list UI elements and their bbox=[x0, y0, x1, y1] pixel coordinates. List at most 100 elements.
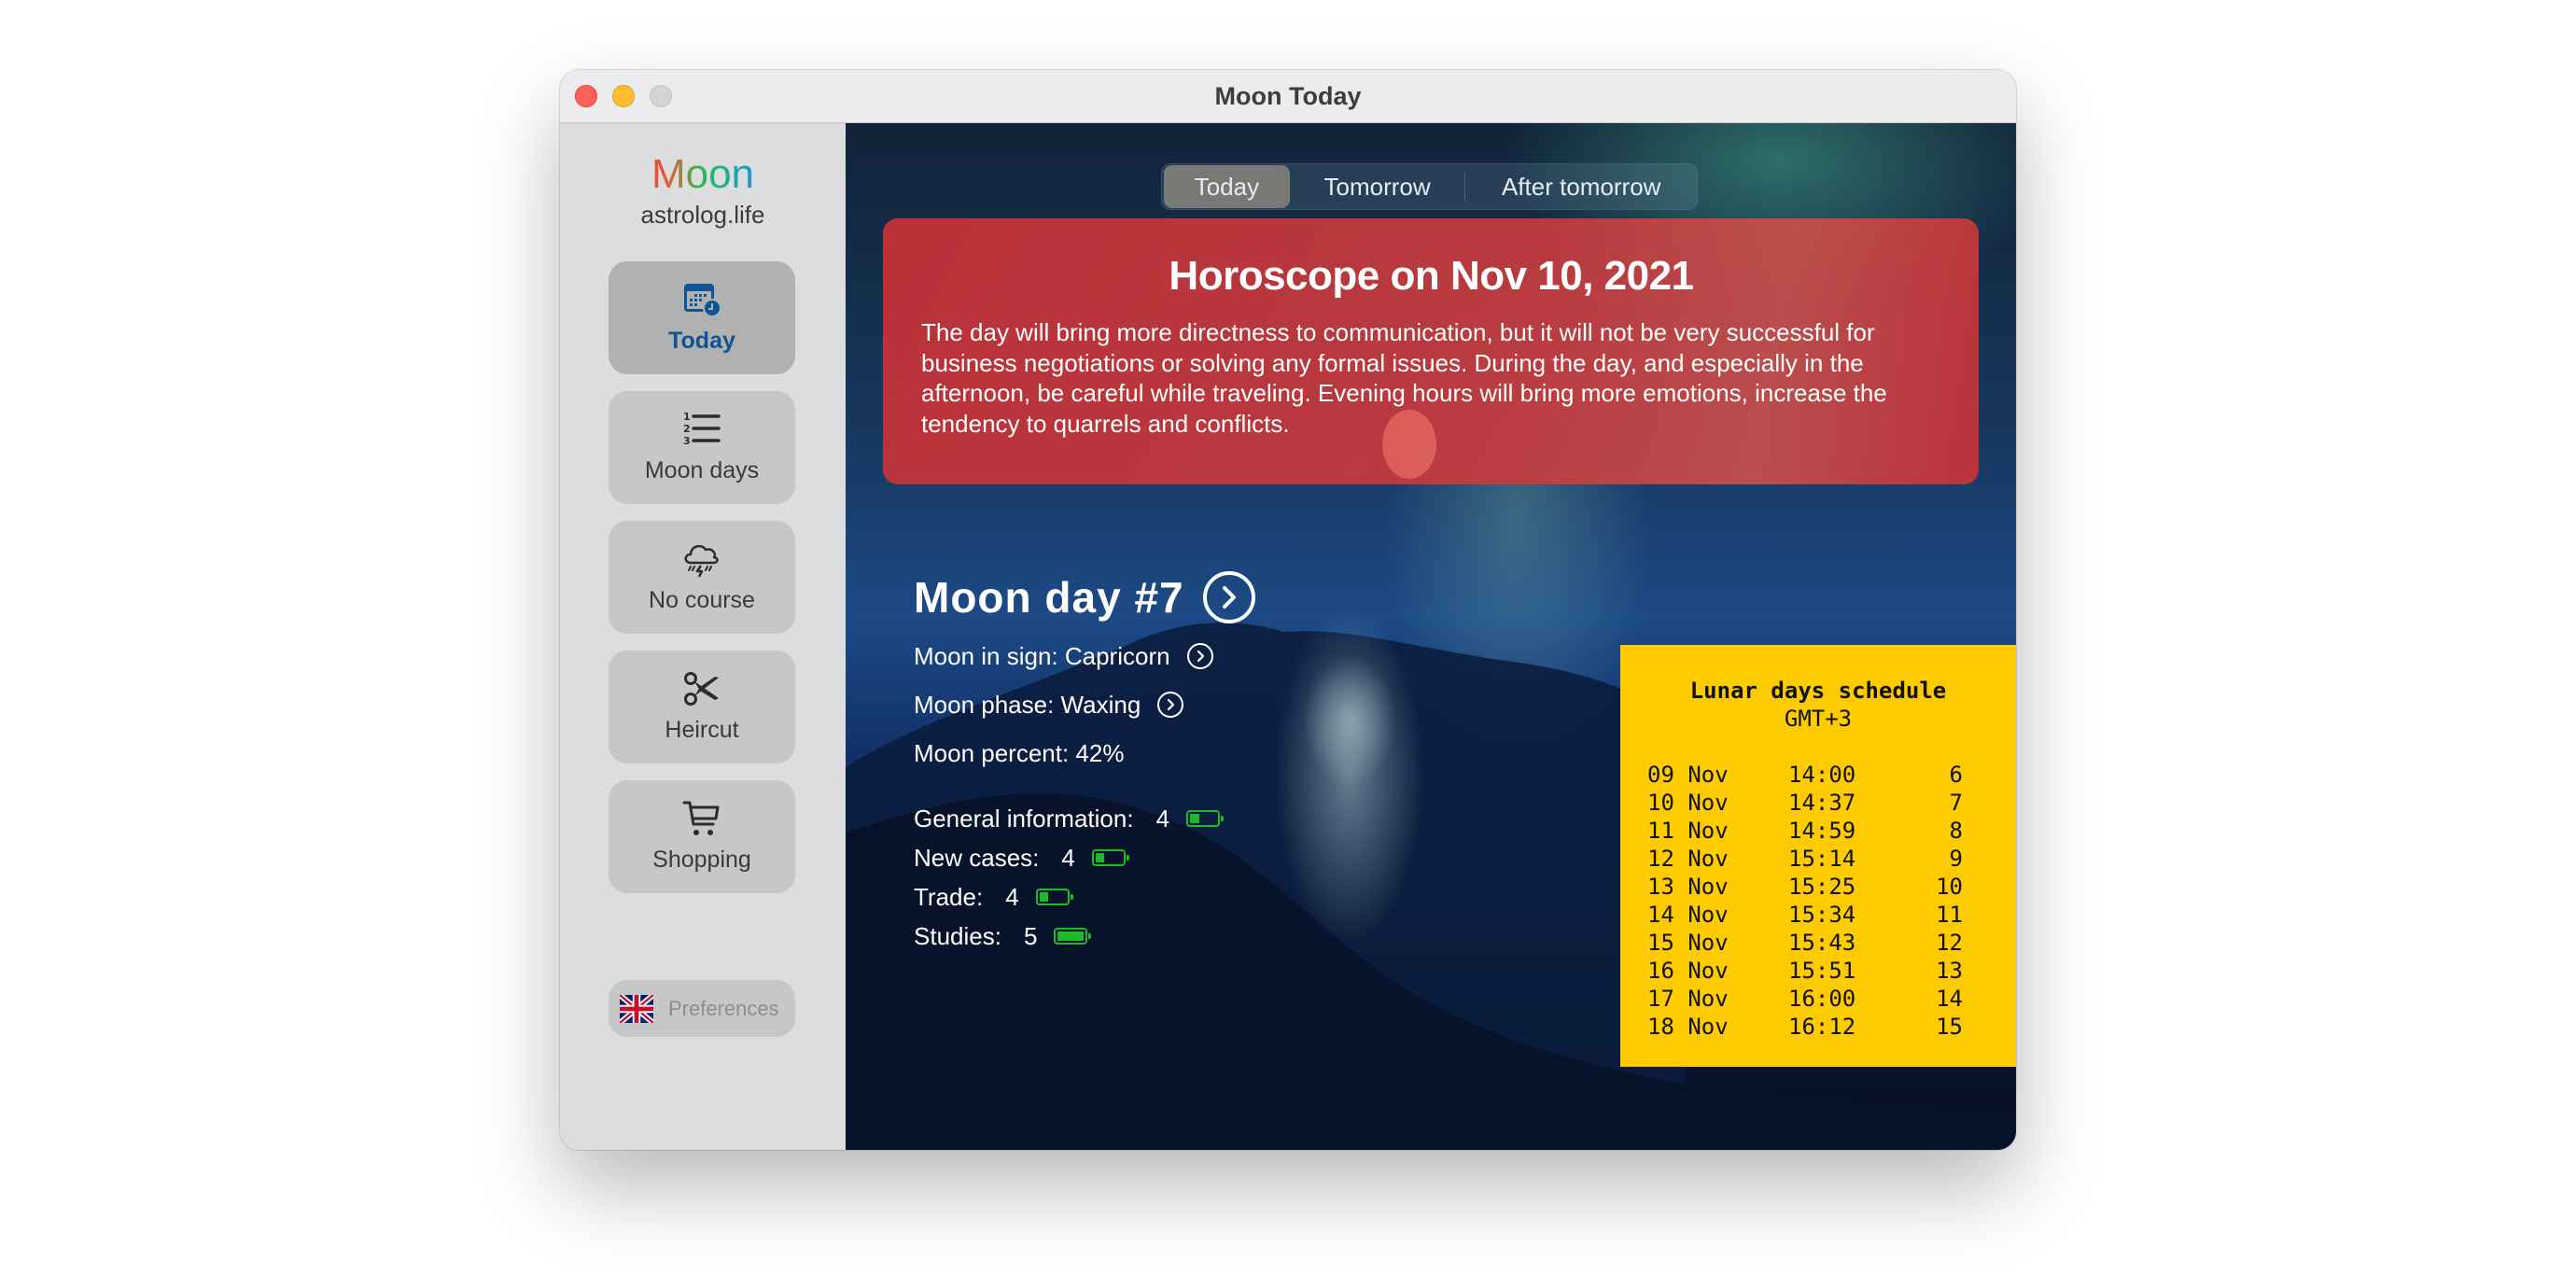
rating-value: 5 bbox=[1023, 921, 1038, 950]
schedule-day-number: 9 bbox=[1949, 846, 1963, 872]
numbered-list-icon: 123 bbox=[681, 411, 722, 448]
uk-flag-icon bbox=[618, 992, 655, 1025]
horoscope-text: The day will bring more directness to co… bbox=[921, 318, 1887, 438]
schedule-row: 13 Nov 15:25 10 bbox=[1620, 873, 2016, 901]
schedule-time: 15:34 bbox=[1788, 902, 1856, 928]
moon-phase: Moon phase: Waxing bbox=[914, 690, 1141, 719]
app-window: Moon Today Moon astrolog.life Today 1 2 … bbox=[560, 70, 2016, 1150]
schedule-time: 14:37 bbox=[1788, 790, 1856, 816]
schedule-date: 16 Nov bbox=[1647, 958, 1729, 984]
rating-label: Trade: bbox=[914, 882, 984, 911]
day-tabs: Today Tomorrow After tomorrow bbox=[1161, 163, 1698, 210]
schedule-time: 14:00 bbox=[1788, 762, 1856, 788]
main-content: Today Tomorrow After tomorrow Horoscope … bbox=[846, 123, 2016, 1150]
schedule-row: 17 Nov 16:00 14 bbox=[1620, 985, 2016, 1013]
sidebar-item-label: Shopping bbox=[652, 847, 751, 873]
tab-today[interactable]: Today bbox=[1164, 165, 1290, 208]
schedule-row: 16 Nov 15:51 13 bbox=[1620, 957, 2016, 985]
rating-label: General information: bbox=[914, 804, 1134, 833]
svg-text:3: 3 bbox=[683, 435, 691, 447]
schedule-day-number: 12 bbox=[1936, 930, 1963, 956]
sidebar-item-today[interactable]: Today bbox=[609, 261, 795, 374]
schedule-row: 12 Nov 15:14 9 bbox=[1620, 845, 2016, 873]
moon-percent-row: Moon percent: 42% bbox=[914, 729, 1255, 777]
schedule-row: 18 Nov 16:12 15 bbox=[1620, 1013, 2016, 1041]
battery-fill bbox=[1057, 931, 1085, 941]
sidebar-item-label: Heircut bbox=[665, 717, 739, 743]
schedule-day-number: 15 bbox=[1936, 1014, 1963, 1040]
sidebar-item-shopping[interactable]: Shopping bbox=[609, 780, 795, 893]
rating-value: 4 bbox=[1061, 843, 1075, 872]
schedule-date: 12 Nov bbox=[1647, 846, 1729, 872]
schedule-time: 15:14 bbox=[1788, 846, 1856, 872]
schedule-time: 15:25 bbox=[1788, 874, 1856, 900]
schedule-date: 13 Nov bbox=[1647, 874, 1729, 900]
rating-label: Studies: bbox=[914, 921, 1001, 950]
schedule-day-number: 10 bbox=[1936, 874, 1963, 900]
schedule-day-number: 6 bbox=[1949, 762, 1963, 788]
svg-text:2: 2 bbox=[683, 423, 691, 435]
rating-value: 4 bbox=[1155, 804, 1170, 833]
svg-text:1: 1 bbox=[683, 411, 691, 423]
schedule-day-number: 13 bbox=[1936, 958, 1963, 984]
brand: Moon astrolog.life bbox=[560, 151, 846, 230]
schedule-date: 09 Nov bbox=[1647, 762, 1729, 788]
schedule-row: 11 Nov 14:59 8 bbox=[1620, 817, 2016, 845]
sidebar-item-label: No course bbox=[649, 587, 755, 613]
schedule-date: 14 Nov bbox=[1647, 902, 1729, 928]
schedule-day-number: 14 bbox=[1936, 986, 1963, 1012]
schedule-time: 14:59 bbox=[1788, 818, 1856, 844]
calendar-clock-icon bbox=[681, 281, 722, 318]
schedule-date: 10 Nov bbox=[1647, 790, 1729, 816]
preferences-button[interactable]: Preferences bbox=[609, 980, 795, 1037]
battery-icon bbox=[1186, 810, 1225, 827]
rating-row: Studies: 5 bbox=[914, 917, 1220, 956]
rating-label: New cases: bbox=[914, 843, 1040, 872]
sidebar-item-no-course[interactable]: No course bbox=[609, 521, 795, 634]
sidebar-item-heircut[interactable]: Heircut bbox=[609, 651, 795, 763]
battery-icon bbox=[1091, 849, 1129, 866]
moon-phase-row: Moon phase: Waxing bbox=[914, 680, 1255, 729]
schedule-row: 10 Nov 14:37 7 bbox=[1620, 789, 2016, 817]
schedule-time: 15:51 bbox=[1788, 958, 1856, 984]
sidebar-item-moon-days[interactable]: 123 Moon days bbox=[609, 391, 795, 504]
schedule-time: 15:43 bbox=[1788, 930, 1856, 956]
schedule-title: Lunar days schedule bbox=[1689, 678, 1947, 704]
schedule-date: 15 Nov bbox=[1647, 930, 1729, 956]
rating-value: 4 bbox=[1005, 882, 1019, 911]
schedule-date: 11 Nov bbox=[1647, 818, 1729, 844]
schedule-time: 16:00 bbox=[1788, 986, 1856, 1012]
title-bar: Moon Today bbox=[560, 70, 2016, 123]
tab-tomorrow[interactable]: Tomorrow bbox=[1290, 165, 1465, 208]
battery-fill bbox=[1039, 892, 1049, 902]
schedule-rows: 09 Nov 14:00 6 10 Nov 14:37 7 11 Nov 14:59 8 12 N… bbox=[1620, 761, 2016, 1041]
sidebar-item-label: Moon days bbox=[644, 457, 760, 483]
sidebar-item-label: Today bbox=[668, 328, 735, 354]
moon-day-details-button[interactable] bbox=[1202, 571, 1255, 623]
schedule-time: 16:12 bbox=[1788, 1014, 1856, 1040]
moon-phase-details-button[interactable] bbox=[1157, 692, 1184, 718]
moon-day-title: Moon day #7 bbox=[914, 573, 1184, 622]
moon-day-section: Moon day #7 Moon in sign: Capricorn Moon… bbox=[914, 569, 1255, 777]
horoscope-title: Horoscope on Nov 10, 2021 bbox=[1169, 253, 1694, 299]
battery-fill bbox=[1190, 814, 1199, 823]
tab-after-tomorrow[interactable]: After tomorrow bbox=[1465, 165, 1697, 208]
schedule-row: 09 Nov 14:00 6 bbox=[1620, 761, 2016, 789]
ratings-list: General information: 4 New cases: 4 Trad… bbox=[914, 799, 1225, 956]
battery-icon bbox=[1035, 889, 1073, 905]
sidebar: Moon astrolog.life Today 1 2 3 Moon days… bbox=[560, 123, 846, 1150]
moon-sign: Moon in sign: Capricorn bbox=[914, 641, 1170, 670]
moon-sign-details-button[interactable] bbox=[1186, 643, 1213, 669]
schedule-date: 18 Nov bbox=[1647, 1014, 1729, 1040]
moon-percent: Moon percent: 42% bbox=[914, 738, 1125, 767]
brand-name: Moon bbox=[651, 151, 755, 197]
thunderstorm-cloud-icon bbox=[681, 540, 722, 578]
schedule-row: 15 Nov 15:43 12 bbox=[1620, 929, 2016, 957]
rating-row: New cases: 4 bbox=[914, 838, 1220, 877]
chevron-right-icon bbox=[1197, 650, 1204, 663]
rating-row: General information: 4 bbox=[914, 799, 1225, 838]
battery-fill bbox=[1095, 853, 1105, 862]
schedule-timezone: GMT+3 bbox=[1784, 706, 1853, 732]
lunar-schedule: Lunar days schedule GMT+3 09 Nov 14:00 6 10… bbox=[1620, 645, 2016, 1067]
battery-icon bbox=[1054, 928, 1092, 945]
